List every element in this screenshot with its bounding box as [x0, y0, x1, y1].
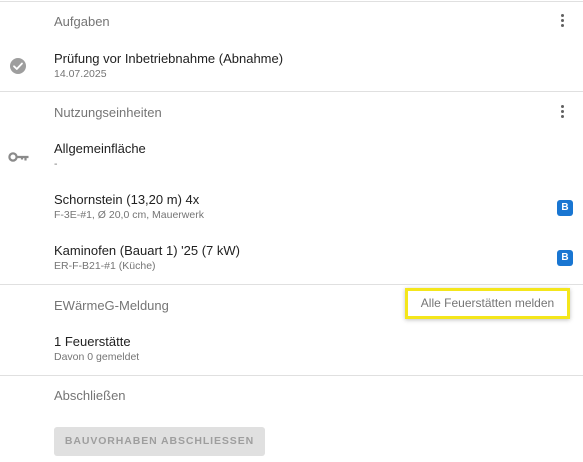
tasks-more-icon[interactable] — [557, 13, 569, 29]
section-title-tasks: Aufgaben — [54, 14, 110, 29]
task-title: Prüfung vor Inbetriebnahme (Abnahme) — [54, 51, 284, 66]
section-title-finish: Abschließen — [54, 388, 126, 403]
section-title-ewaermeg: EWärmeG-Meldung — [54, 298, 169, 313]
unit-area-subtitle: - — [54, 158, 58, 170]
unit-item-subtitle: F-3E-#1, Ø 20,0 cm, Mauerwerk — [54, 209, 204, 221]
key-icon — [8, 152, 29, 162]
status-badge: B — [557, 250, 573, 266]
reported-count: Davon 0 gemeldet — [54, 351, 140, 363]
report-all-button[interactable]: Alle Feuerstätten melden — [405, 288, 570, 319]
unit-item-subtitle: ER-F-B21-#1 (Küche) — [54, 260, 156, 272]
units-more-icon[interactable] — [557, 104, 569, 120]
divider-units — [0, 91, 583, 92]
check-circle-icon — [10, 58, 26, 74]
section-title-units: Nutzungseinheiten — [54, 105, 162, 120]
unit-item-title: Kaminofen (Bauart 1) '25 (7 kW) — [54, 243, 240, 258]
divider-ewaermeg — [0, 284, 583, 285]
unit-area-title: Allgemeinfläche — [54, 141, 146, 156]
divider-top — [0, 1, 583, 2]
divider-finish — [0, 375, 583, 376]
fireplace-count: 1 Feuerstätte — [54, 334, 131, 349]
task-date: 14.07.2025 — [54, 68, 107, 80]
status-badge: B — [557, 200, 573, 216]
finish-project-button[interactable]: BAUVORHABEN ABSCHLIESSEN — [54, 427, 265, 456]
unit-item-title: Schornstein (13,20 m) 4x — [54, 192, 200, 207]
